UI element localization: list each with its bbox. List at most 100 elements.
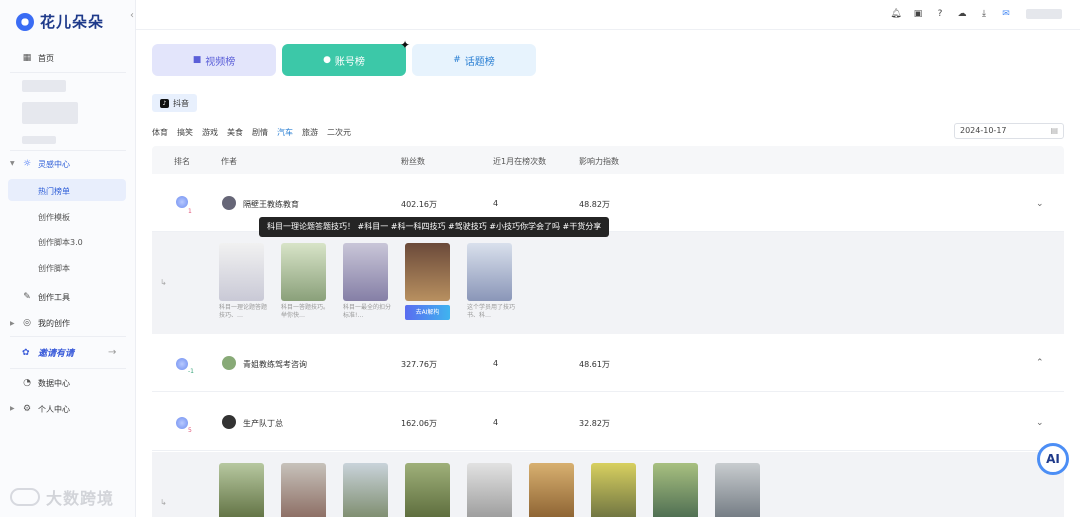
bell-icon[interactable]: 🔔︎ (890, 8, 902, 20)
blurred-item (22, 102, 78, 124)
category-drama[interactable]: 剧情 (252, 127, 268, 138)
video-thumbnail[interactable] (281, 243, 326, 301)
fans-count: 162.06万 (401, 419, 437, 428)
table-row[interactable]: 5 生产队丁总 162.06万 4 32.82万 ⌄ (152, 393, 1064, 451)
hashtag-icon: # (453, 55, 461, 65)
video-thumbnail[interactable] (653, 463, 698, 517)
video-thumbnail[interactable] (529, 463, 574, 517)
promo-text: 邀请有请 (38, 349, 75, 359)
category-games[interactable]: 游戏 (202, 127, 218, 138)
col-fans: 粉丝数 (401, 157, 425, 166)
sidebar-sub-script3[interactable]: 创作脚本3.0 (38, 237, 83, 248)
download-icon[interactable]: ⤓ (978, 8, 990, 20)
rank-change: -1 (188, 368, 194, 375)
table-row[interactable]: -1 青姐教练驾考咨询 327.76万 4 48.61万 ⌃ (152, 334, 1064, 392)
video-thumbnail[interactable] (467, 463, 512, 517)
sparkle-icon: ✦ (399, 38, 410, 52)
platform-label: 抖音 (173, 98, 189, 108)
rank-change: 5 (188, 427, 192, 434)
sidebar-item-data-center[interactable]: ◔ 数据中心 (22, 376, 70, 390)
reply-arrow-icon: ↳ (160, 278, 167, 287)
video-thumbnail[interactable] (343, 463, 388, 517)
category-comedy[interactable]: 搞笑 (177, 127, 193, 138)
sidebar-item-label: 我的创作 (38, 318, 70, 328)
sidebar-item-home[interactable]: ▦ 首页 (22, 51, 54, 65)
platform-selector-douyin[interactable]: ♪ 抖音 (152, 94, 197, 112)
watermark-logo-icon (10, 488, 40, 506)
tab-account-rank[interactable]: ● 账号榜 ✦ (282, 38, 410, 76)
main-content: ■ 视频榜 ● 账号榜 ✦ # 话题榜 ♪ 抖音 体育 搞笑 游戏 美食 剧情 … (136, 30, 1080, 517)
category-cars[interactable]: 汽车 (277, 127, 293, 138)
sidebar-sub-script[interactable]: 创作脚本 (38, 263, 70, 274)
promo-banner[interactable]: ✿ 邀请有请 → (22, 346, 116, 359)
rank-badge-icon (176, 358, 188, 370)
chevron-up-icon[interactable]: ⌃ (1036, 358, 1044, 368)
tab-video-rank[interactable]: ■ 视频榜 (152, 44, 276, 76)
mail-icon[interactable]: ✉ (1000, 8, 1012, 20)
tab-topic-rank[interactable]: # 话题榜 (412, 44, 536, 76)
expand-caret-icon[interactable]: ▶ (10, 405, 15, 412)
table-header: 排名 作者 粉丝数 近1月在榜次数 影响力指数 (152, 146, 1064, 174)
expand-caret-icon[interactable]: ▶ (10, 320, 15, 327)
avatar (222, 196, 236, 210)
logo[interactable]: 花儿朵朵 (16, 11, 104, 32)
divider (10, 336, 126, 337)
video-thumbnail[interactable] (467, 243, 512, 301)
sidebar-item-my-creations[interactable]: ◎ 我的创作 (22, 316, 70, 330)
date-picker[interactable]: 2024-10-17 ▤ (954, 123, 1064, 139)
calendar-icon: ▤ (1050, 126, 1058, 135)
rank-change: 1 (188, 208, 192, 215)
rank-tabs: ■ 视频榜 ● 账号榜 ✦ # 话题榜 (152, 38, 542, 76)
date-value: 2024-10-17 (960, 126, 1007, 135)
influence-index: 48.82万 (579, 200, 610, 209)
video-caption: 科目一答题技巧。举你快… (281, 304, 330, 319)
avatar (222, 415, 236, 429)
chevron-down-icon[interactable]: ⌄ (1036, 418, 1044, 428)
category-travel[interactable]: 旅游 (302, 127, 318, 138)
sidebar-sub-templates[interactable]: 创作模板 (38, 212, 70, 223)
sidebar-item-label: 首页 (38, 53, 54, 63)
sidebar-item-label: 灵感中心 (38, 159, 70, 169)
ai-deconstruct-button[interactable]: 去AI解构 (405, 305, 450, 320)
ranking-table: 排名 作者 粉丝数 近1月在榜次数 影响力指数 1 隔壁王教练教育 402.16… (152, 146, 1064, 517)
gift-icon[interactable]: ▣ (912, 8, 924, 20)
help-icon[interactable]: ? (934, 8, 946, 20)
lightbulb-icon: ☼ (22, 159, 32, 169)
pen-icon: ✎ (23, 292, 31, 302)
gear-icon: ⚙ (22, 404, 32, 414)
category-sports[interactable]: 体育 (152, 127, 168, 138)
video-thumbnail[interactable] (281, 463, 326, 517)
user-avatar[interactable] (1026, 9, 1062, 19)
category-food[interactable]: 美食 (227, 127, 243, 138)
chevron-down-icon[interactable]: ⌄ (1036, 199, 1044, 209)
brand-name: 花儿朵朵 (40, 13, 105, 31)
cloud-upload-icon[interactable]: ☁ (956, 8, 968, 20)
row-expansion: ↳ (152, 452, 1064, 517)
sidebar: 花儿朵朵 ‹ ▦ 首页 ▼ ☼ 灵感中心 热门榜单 创作模板 创作脚本3.0 创… (0, 0, 136, 517)
video-thumbnail[interactable] (219, 463, 264, 517)
video-thumbnail[interactable] (219, 243, 264, 301)
category-anime[interactable]: 二次元 (327, 127, 351, 138)
ai-assistant-button[interactable]: AI (1037, 443, 1069, 475)
video-thumbnail[interactable] (591, 463, 636, 517)
video-thumbnail[interactable] (405, 463, 450, 517)
sidebar-sub-hot-list[interactable]: 热门榜单 (38, 186, 70, 197)
video-thumbnail[interactable] (405, 243, 450, 301)
author-name[interactable]: 青姐教练驾考咨询 (243, 359, 307, 370)
rank-badge-icon (176, 417, 188, 429)
sidebar-item-inspiration[interactable]: ☼ 灵感中心 (22, 157, 70, 171)
col-author: 作者 (221, 157, 237, 166)
video-thumbnail[interactable] (343, 243, 388, 301)
sidebar-item-create-tools[interactable]: ✎ 创作工具 (22, 290, 70, 304)
author-name[interactable]: 生产队丁总 (243, 418, 283, 429)
reply-arrow-icon: ↳ (160, 498, 167, 507)
watermark-text: 大数跨境 (46, 489, 115, 508)
sidebar-item-personal-center[interactable]: ⚙ 个人中心 (22, 402, 70, 416)
expand-caret-icon[interactable]: ▼ (10, 160, 15, 167)
collapse-icon[interactable]: ‹ (130, 10, 134, 21)
video-thumbnail[interactable] (715, 463, 760, 517)
grid-icon: ▦ (22, 53, 32, 63)
avatar (222, 356, 236, 370)
author-name[interactable]: 隔壁王教练教育 (243, 199, 299, 210)
video-caption: 科目一最全的扣分标准!… (343, 304, 392, 319)
